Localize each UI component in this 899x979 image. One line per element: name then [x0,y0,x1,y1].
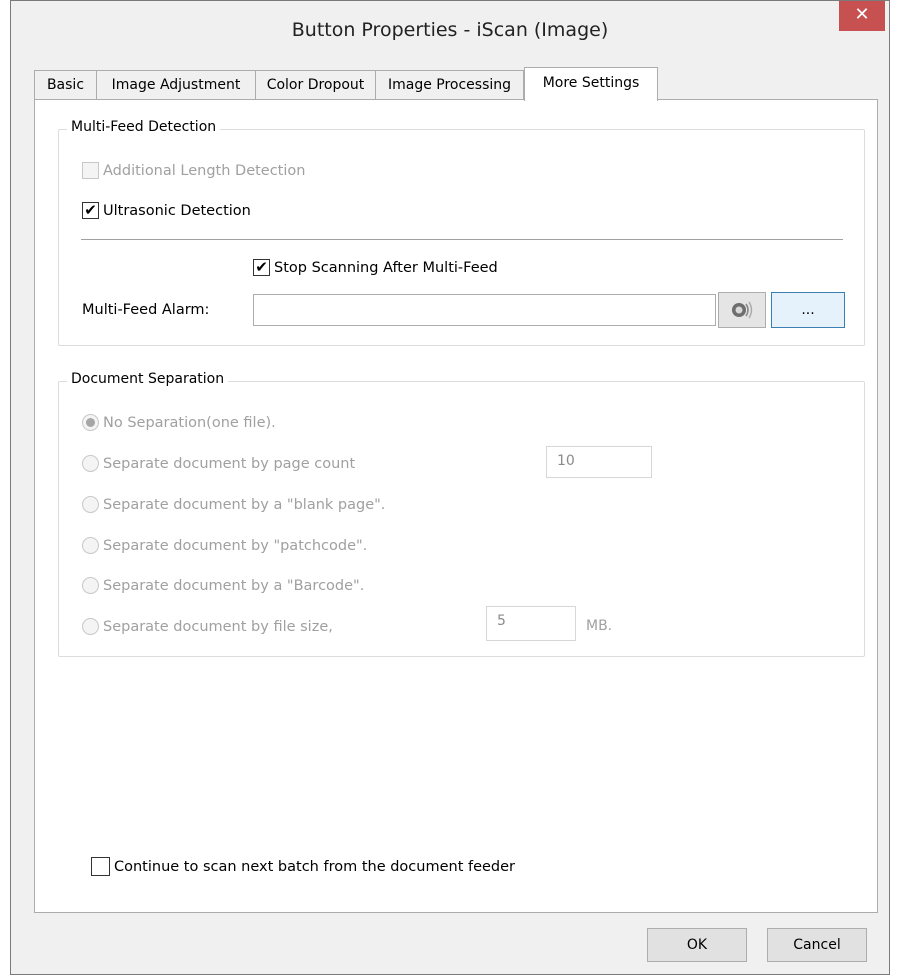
separator-line [81,239,843,240]
tab-more-settings[interactable]: More Settings [524,67,658,101]
radio-page-count-circle[interactable] [82,455,99,472]
radio-no-separation-circle[interactable] [82,414,99,431]
radio-page-count[interactable]: Separate document by page count [82,455,355,472]
checkmark-icon: ✔ [84,201,97,219]
continue-scan-label: Continue to scan next batch from the doc… [114,858,516,875]
speaker-icon [732,301,753,319]
play-sound-button[interactable] [718,292,766,328]
file-size-unit: MB. [586,618,613,634]
separation-group: Document Separation No Separation(one fi… [58,371,865,657]
radio-blank-page-circle[interactable] [82,496,99,513]
additional-length-label: Additional Length Detection [103,162,306,179]
tab-panel-more-settings: Multi-Feed Detection Additional Length D… [34,99,878,913]
radio-file-size[interactable]: Separate document by file size, [82,618,333,635]
ok-button[interactable]: OK [647,928,747,962]
multifeed-group-title: Multi-Feed Detection [67,119,221,135]
radio-blank-page[interactable]: Separate document by a "blank page". [82,496,385,513]
ultrasonic-checkbox[interactable]: ✔ Ultrasonic Detection [82,202,251,219]
multifeed-alarm-text: Multi-Feed Alarm: [82,302,210,318]
radio-blank-page-label: Separate document by a "blank page". [103,496,386,513]
radio-file-size-label: Separate document by file size, [103,618,333,635]
stop-scanning-checkbox[interactable]: ✔ Stop Scanning After Multi-Feed [253,259,498,276]
ultrasonic-label: Ultrasonic Detection [103,202,251,219]
radio-barcode-label: Separate document by a "Barcode". [103,577,365,594]
additional-length-box[interactable] [82,162,99,179]
radio-file-size-circle[interactable] [82,618,99,635]
radio-page-count-label: Separate document by page count [103,455,356,472]
multifeed-group: Multi-Feed Detection Additional Length D… [58,119,865,346]
tab-image-processing[interactable]: Image Processing [375,70,524,100]
multifeed-alarm-input[interactable] [253,294,716,326]
radio-barcode-circle[interactable] [82,577,99,594]
radio-no-separation[interactable]: No Separation(one file). [82,414,276,431]
page-count-input[interactable]: 10 [546,446,652,478]
tab-basic[interactable]: Basic [34,70,97,100]
checkmark-icon: ✔ [255,258,268,276]
title-bar: Button Properties - iScan (Image) ✕ [11,1,889,59]
browse-button[interactable]: ... [771,292,845,328]
tab-color-dropout[interactable]: Color Dropout [255,70,376,100]
file-size-input[interactable]: 5 [486,606,576,641]
separation-group-title: Document Separation [67,371,229,387]
ultrasonic-box[interactable]: ✔ [82,202,99,219]
continue-scan-box[interactable] [91,857,110,876]
radio-patchcode-circle[interactable] [82,537,99,554]
stop-scanning-label: Stop Scanning After Multi-Feed [274,259,498,276]
multifeed-alarm-label: Multi-Feed Alarm: [82,302,209,318]
window-title: Button Properties - iScan (Image) [291,19,609,41]
radio-no-separation-label: No Separation(one file). [103,414,276,431]
radio-patchcode-label: Separate document by "patchcode". [103,537,368,554]
stop-scanning-box[interactable]: ✔ [253,259,270,276]
dialog-window: Button Properties - iScan (Image) ✕ Basi… [10,0,890,975]
continue-scan-checkbox[interactable]: Continue to scan next batch from the doc… [91,857,515,876]
cancel-button[interactable]: Cancel [767,928,867,962]
radio-selected-dot [86,418,95,427]
close-button[interactable]: ✕ [839,1,885,31]
additional-length-checkbox[interactable]: Additional Length Detection [82,162,305,179]
radio-barcode[interactable]: Separate document by a "Barcode". [82,577,364,594]
close-icon: ✕ [854,4,870,25]
tab-image-adjustment[interactable]: Image Adjustment [96,70,256,100]
radio-patchcode[interactable]: Separate document by "patchcode". [82,537,367,554]
